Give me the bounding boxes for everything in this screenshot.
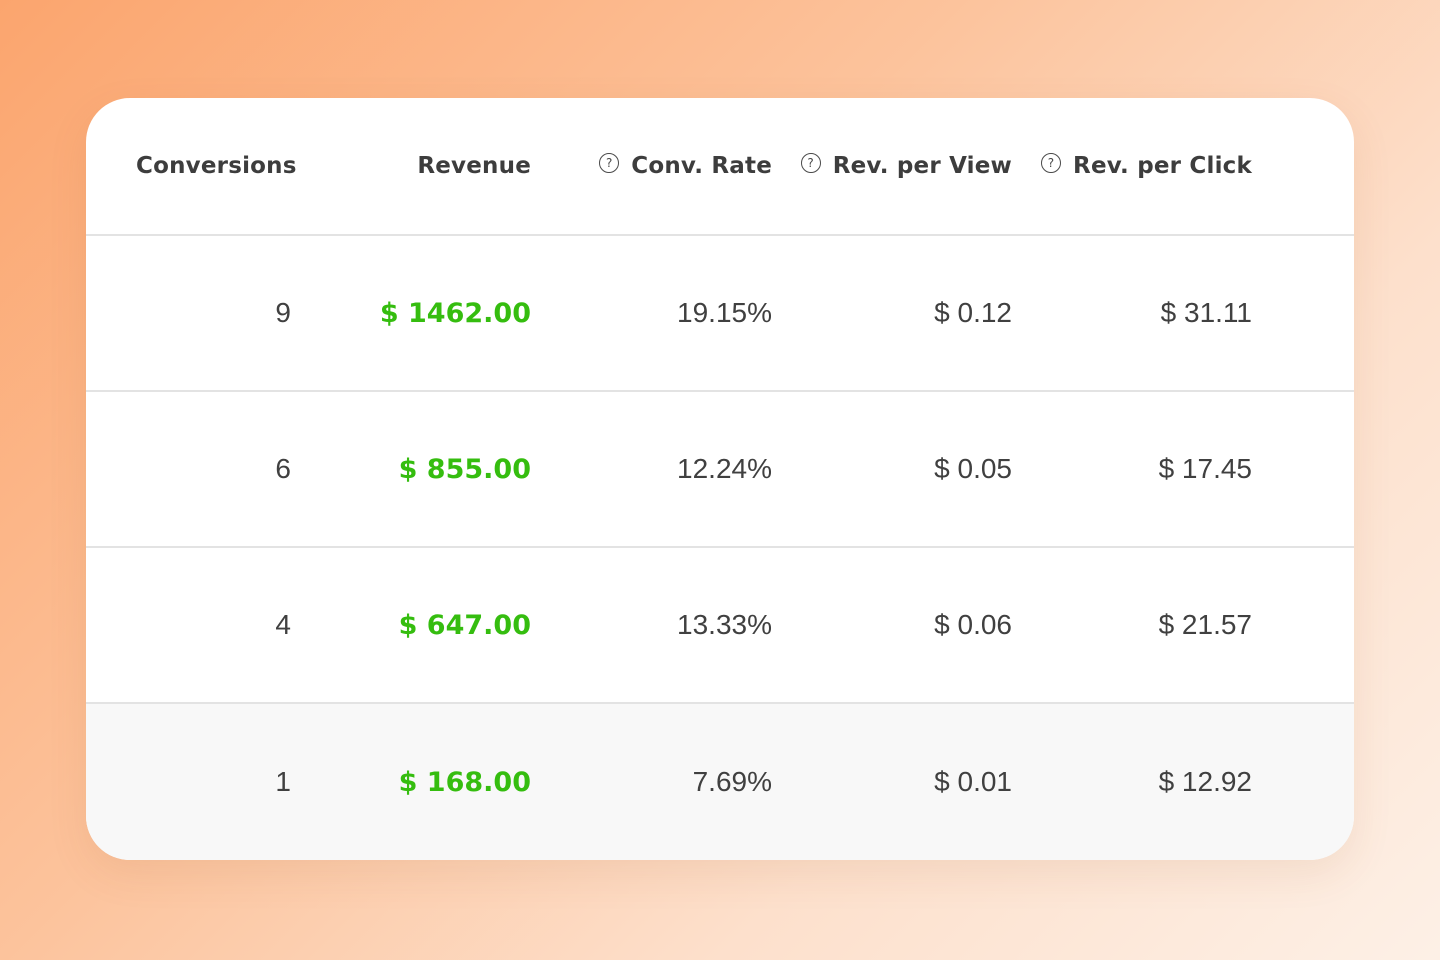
conv-rate-cell: 7.69% bbox=[692, 766, 772, 797]
conv-rate-cell: 13.33% bbox=[677, 609, 772, 640]
column-header-label: Conversions bbox=[136, 153, 297, 179]
table-row[interactable]: 1 $ 168.00 7.69% $ 0.01 $ 12.92 bbox=[86, 704, 1354, 860]
revenue-cell: $ 855.00 bbox=[398, 453, 531, 485]
table-row[interactable]: 6 $ 855.00 12.24% $ 0.05 $ 17.45 bbox=[86, 392, 1354, 548]
column-header-label: Revenue bbox=[417, 153, 531, 179]
column-header-label: Rev. per View bbox=[832, 153, 1012, 179]
column-header-conv-rate[interactable]: ? Conv. Rate bbox=[551, 98, 772, 234]
conv-rate-cell: 19.15% bbox=[677, 297, 772, 328]
conversions-cell: 6 bbox=[275, 453, 291, 484]
rev-per-view-cell: $ 0.01 bbox=[934, 766, 1012, 797]
rev-per-view-cell: $ 0.12 bbox=[934, 297, 1012, 328]
help-icon[interactable]: ? bbox=[800, 153, 821, 173]
column-header-rev-per-click[interactable]: ? Rev. per Click bbox=[1032, 98, 1252, 234]
conversions-cell: 4 bbox=[275, 609, 291, 640]
rev-per-view-cell: $ 0.06 bbox=[934, 609, 1012, 640]
table-row[interactable]: 4 $ 647.00 13.33% $ 0.06 $ 21.57 bbox=[86, 548, 1354, 704]
rev-per-click-cell: $ 31.11 bbox=[1160, 297, 1252, 328]
conversions-cell: 1 bbox=[275, 766, 291, 797]
column-header-label: Conv. Rate bbox=[631, 153, 772, 179]
help-icon[interactable]: ? bbox=[1041, 153, 1062, 173]
column-header-label: Rev. per Click bbox=[1073, 153, 1252, 179]
table-row[interactable]: 9 $ 1462.00 19.15% $ 0.12 $ 31.11 bbox=[86, 236, 1354, 392]
stats-table-card: Conversions Revenue ? Conv. Rate ? Rev. … bbox=[86, 98, 1354, 860]
rev-per-click-cell: $ 12.92 bbox=[1158, 766, 1252, 797]
rev-per-click-cell: $ 17.45 bbox=[1158, 453, 1252, 484]
table-header-row: Conversions Revenue ? Conv. Rate ? Rev. … bbox=[86, 98, 1354, 236]
column-header-rev-per-view[interactable]: ? Rev. per View bbox=[792, 98, 1012, 234]
revenue-cell: $ 1462.00 bbox=[379, 297, 531, 329]
revenue-cell: $ 168.00 bbox=[398, 766, 531, 798]
help-icon[interactable]: ? bbox=[599, 153, 620, 173]
rev-per-view-cell: $ 0.05 bbox=[934, 453, 1012, 484]
conversions-cell: 9 bbox=[275, 297, 291, 328]
rev-per-click-cell: $ 21.57 bbox=[1158, 609, 1252, 640]
revenue-cell: $ 647.00 bbox=[398, 609, 531, 641]
column-header-conversions[interactable]: Conversions bbox=[136, 98, 296, 234]
column-header-revenue[interactable]: Revenue bbox=[311, 98, 531, 234]
conv-rate-cell: 12.24% bbox=[677, 453, 772, 484]
